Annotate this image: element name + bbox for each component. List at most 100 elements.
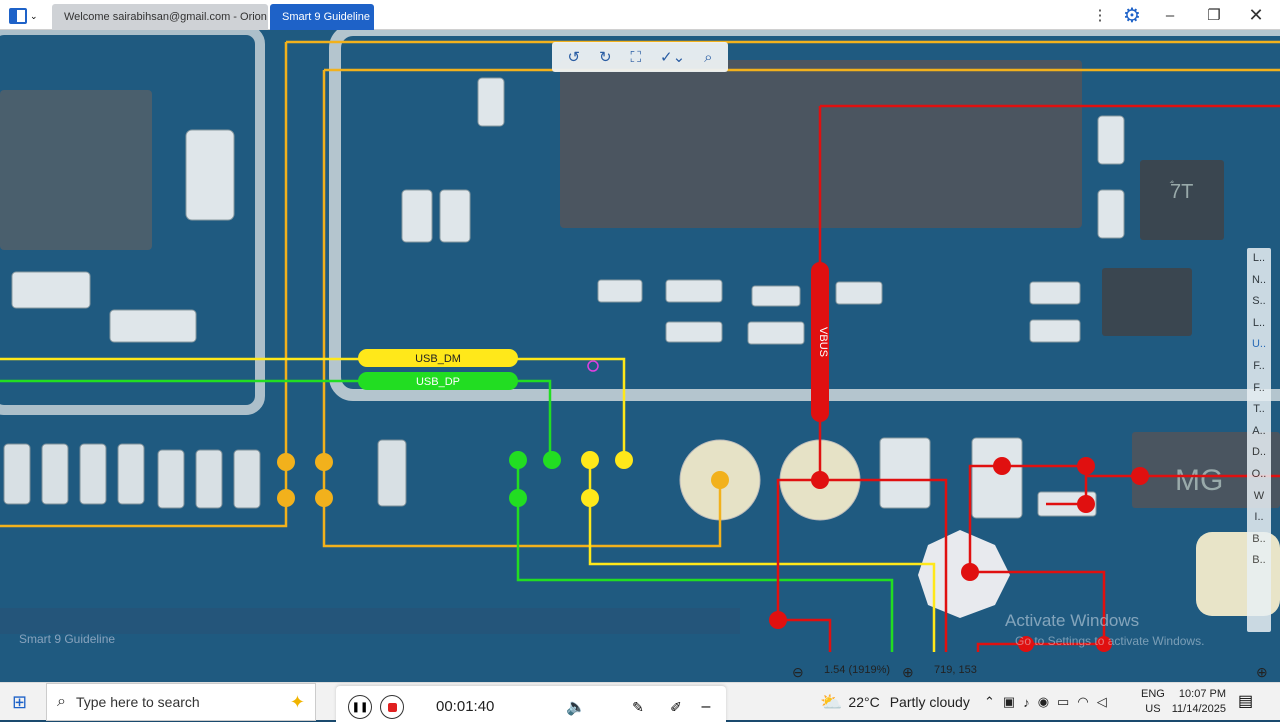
- globe-icon[interactable]: ⊕: [1256, 664, 1268, 681]
- chip-mark-2: MG: [1175, 464, 1223, 497]
- resistor: [597, 279, 643, 303]
- resistor: [377, 439, 407, 507]
- speaker-icon[interactable]: 🔈: [564, 695, 588, 719]
- board-viewer-canvas[interactable]: ۘ7T MG USB_DM USB_DP VBUS ↺ ↻ ⛶ ✓⌄ ⌕ L..…: [0, 30, 1280, 682]
- zoom-level: 1.54 (1919%): [824, 664, 891, 676]
- resistor: [79, 443, 107, 505]
- zoom-in-icon[interactable]: ⊕: [902, 664, 914, 681]
- side-index-item[interactable]: O..: [1247, 464, 1271, 486]
- capacitor: [1097, 189, 1125, 239]
- side-index-item[interactable]: I..: [1247, 507, 1271, 529]
- search-placeholder: Type here to search: [75, 694, 200, 710]
- side-index-item[interactable]: T..: [1247, 399, 1271, 421]
- close-button[interactable]: ✕: [1244, 3, 1268, 27]
- wifi-icon[interactable]: ◠: [1077, 694, 1088, 710]
- capacitor: [401, 189, 433, 243]
- pause-button[interactable]: ❚❚: [348, 695, 372, 719]
- resistor: [3, 443, 31, 505]
- net-node: [315, 453, 333, 471]
- ic-chip-small-2: [1102, 268, 1192, 336]
- partly-cloudy-icon: ⛅: [820, 691, 843, 712]
- fit-screen-icon[interactable]: ⛶: [631, 49, 642, 66]
- clock[interactable]: 10:07 PM 11/14/2025: [1170, 687, 1226, 717]
- app-menu-button[interactable]: ⌄: [4, 4, 44, 28]
- side-index-item[interactable]: D..: [1247, 442, 1271, 464]
- resistor: [233, 449, 261, 509]
- net-node: [277, 489, 295, 507]
- side-index-item[interactable]: F..: [1247, 356, 1271, 378]
- net-node: [961, 563, 979, 581]
- tab-welcome[interactable]: Welcome sairabihsan@gmail.com - Orion: [52, 4, 268, 30]
- search-icon[interactable]: ⌕: [704, 49, 712, 66]
- recording-timer: 00:01:40: [436, 698, 495, 715]
- taskbar-search[interactable]: ⌕ Type here to search ✦: [46, 683, 316, 721]
- net-node: [509, 451, 527, 469]
- minimize-button[interactable]: –: [1158, 3, 1182, 27]
- stop-button[interactable]: [380, 695, 404, 719]
- side-index-item[interactable]: L..: [1247, 248, 1271, 270]
- net-label-usb-dp-text: USB_DP: [416, 376, 460, 388]
- resistor: [751, 285, 801, 307]
- sidebar-toggle-icon: [9, 8, 27, 24]
- resistor: [195, 449, 223, 509]
- camera-icon[interactable]: ◉: [1038, 694, 1049, 710]
- side-index-item[interactable]: F..: [1247, 378, 1271, 400]
- resistor: [665, 279, 723, 303]
- capacitor: [109, 309, 197, 343]
- tab-smart9-guideline[interactable]: Smart 9 Guideline: [270, 4, 374, 30]
- zoom-out-icon[interactable]: ⊖: [792, 664, 804, 681]
- side-index-item[interactable]: U..: [1247, 334, 1271, 356]
- weather-desc: Partly cloudy: [889, 694, 970, 710]
- connector-strip: [0, 608, 740, 634]
- minimize-recorder-icon[interactable]: –: [694, 695, 718, 719]
- weather-widget[interactable]: ⛅ 22°C Partly cloudy: [820, 683, 970, 721]
- more-vertical-icon[interactable]: ⋮: [1088, 3, 1112, 27]
- side-index-item[interactable]: W: [1247, 486, 1271, 508]
- side-index-item[interactable]: B..: [1247, 529, 1271, 551]
- net-node: [1077, 495, 1095, 513]
- notification-icon[interactable]: ▤: [1238, 691, 1253, 711]
- windows-start-icon[interactable]: ⊞: [12, 692, 27, 713]
- language-indicator[interactable]: ENG US: [1141, 687, 1165, 717]
- app-watermark: Smart 9 Guideline: [19, 632, 116, 646]
- net-node: [811, 471, 829, 489]
- brush-tool-icon[interactable]: ✓⌄: [660, 48, 685, 66]
- stop-icon: [387, 702, 397, 712]
- net-node: [615, 451, 633, 469]
- side-index-item[interactable]: L..: [1247, 313, 1271, 335]
- net-node: [711, 471, 729, 489]
- app-tray-icon[interactable]: ▣: [1003, 694, 1015, 710]
- side-index-item[interactable]: B..: [1247, 550, 1271, 572]
- battery-icon[interactable]: ▭: [1057, 694, 1069, 710]
- capacitor-large: [185, 129, 235, 221]
- rotate-left-icon[interactable]: ↺: [567, 48, 580, 66]
- left-ic-chip: [0, 90, 152, 250]
- net-node: [315, 489, 333, 507]
- side-index-item[interactable]: N..: [1247, 270, 1271, 292]
- maximize-button[interactable]: ❐: [1202, 3, 1226, 27]
- mic-off-icon[interactable]: ✎: [626, 695, 650, 719]
- side-index-item[interactable]: A..: [1247, 421, 1271, 443]
- search-icon: ⌕: [57, 693, 66, 710]
- chevron-up-icon[interactable]: ⌃: [984, 694, 995, 710]
- activate-windows-sub: Go to Settings to activate Windows.: [1015, 634, 1205, 648]
- shield-pad: [971, 437, 1023, 519]
- cursor-coords: 719, 153: [934, 664, 977, 676]
- volume-icon[interactable]: ◁: [1097, 694, 1107, 710]
- gear-icon[interactable]: ⚙: [1120, 3, 1144, 27]
- side-index-item[interactable]: S..: [1247, 291, 1271, 313]
- net-node: [277, 453, 295, 471]
- rotate-right-icon[interactable]: ↻: [599, 48, 612, 66]
- capacitor: [439, 189, 471, 243]
- weather-temp: 22°C: [848, 694, 880, 710]
- resistor: [747, 321, 805, 345]
- microphone-icon[interactable]: ♪: [1023, 695, 1030, 710]
- resistor: [665, 321, 723, 343]
- net-label-usb-dm-text: USB_DM: [415, 353, 461, 365]
- net-node: [993, 457, 1011, 475]
- lang-region: US: [1145, 703, 1161, 715]
- net-label-vbus-text: VBUS: [817, 327, 829, 357]
- net-node: [543, 451, 561, 469]
- pcb-board-view[interactable]: ۘ7T MG USB_DM USB_DP VBUS: [0, 30, 1280, 682]
- pen-icon[interactable]: ✐: [664, 695, 688, 719]
